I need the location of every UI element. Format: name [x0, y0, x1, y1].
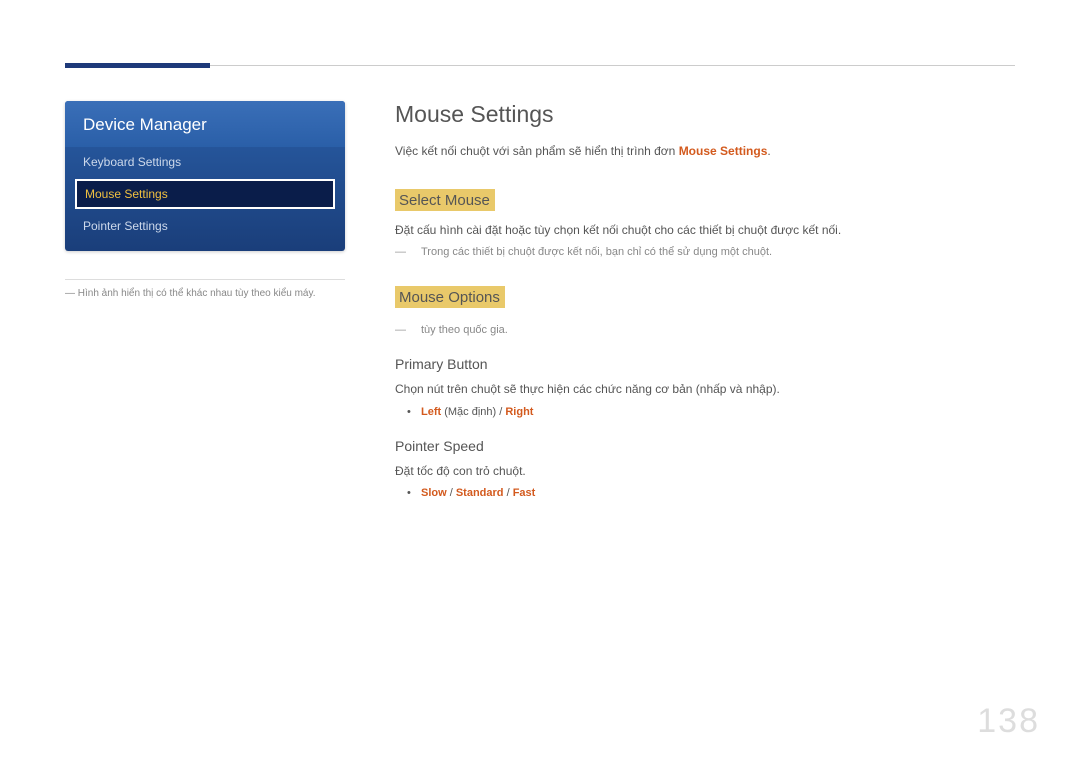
- columns: Device Manager Keyboard Settings Mouse S…: [65, 101, 1015, 499]
- sidebar-divider: [65, 279, 345, 280]
- intro-pre: Việc kết nối chuột với sản phẩm sẽ hiển …: [395, 144, 679, 158]
- primary-button-text: Chọn nút trên chuột sẽ thực hiện các chứ…: [395, 380, 1015, 399]
- top-rule: [65, 65, 1015, 66]
- sidebar-note-prefix: ―: [65, 288, 78, 299]
- pointer-speed-heading: Pointer Speed: [395, 438, 1015, 454]
- page-container: Device Manager Keyboard Settings Mouse S…: [0, 0, 1080, 499]
- opt-slow: Slow: [421, 487, 447, 499]
- select-mouse-note: Trong các thiết bị chuột được kết nối, b…: [395, 246, 1015, 258]
- menu-item-pointer-settings[interactable]: Pointer Settings: [65, 211, 345, 241]
- page-number: 138: [977, 702, 1040, 741]
- primary-button-options: Left (Mặc định) / Right: [395, 406, 1015, 418]
- opt-right: Right: [505, 406, 533, 418]
- opt-left: Left: [421, 406, 441, 418]
- intro-highlight: Mouse Settings: [679, 144, 768, 158]
- pointer-speed-options: Slow / Standard / Fast: [395, 487, 1015, 499]
- intro-post: .: [767, 144, 770, 158]
- opt-standard: Standard: [456, 487, 504, 499]
- section-heading-select-mouse: Select Mouse: [395, 189, 495, 211]
- opt-fast: Fast: [513, 487, 536, 499]
- sidebar-note-text: Hình ảnh hiển thị có thể khác nhau tùy t…: [78, 288, 316, 299]
- sidebar: Device Manager Keyboard Settings Mouse S…: [65, 101, 345, 499]
- device-manager-panel: Device Manager Keyboard Settings Mouse S…: [65, 101, 345, 251]
- intro-text: Việc kết nối chuột với sản phẩm sẽ hiển …: [395, 142, 1015, 161]
- section-heading-mouse-options: Mouse Options: [395, 286, 505, 308]
- menu-item-mouse-settings[interactable]: Mouse Settings: [75, 179, 335, 209]
- sep1: /: [447, 487, 456, 499]
- sep2: /: [504, 487, 513, 499]
- sidebar-note: ― Hình ảnh hiển thị có thể khác nhau tùy…: [65, 288, 345, 299]
- panel-title: Device Manager: [65, 101, 345, 147]
- top-rule-accent: [65, 63, 210, 68]
- main-title: Mouse Settings: [395, 101, 1015, 128]
- opt-paren: (Mặc định) /: [441, 406, 505, 418]
- primary-button-heading: Primary Button: [395, 356, 1015, 372]
- main-content: Mouse Settings Việc kết nối chuột với sả…: [395, 101, 1015, 499]
- menu-item-keyboard-settings[interactable]: Keyboard Settings: [65, 147, 345, 177]
- select-mouse-text: Đặt cấu hình cài đặt hoặc tùy chọn kết n…: [395, 221, 1015, 240]
- mouse-options-note: tùy theo quốc gia.: [395, 324, 1015, 336]
- pointer-speed-text: Đặt tốc độ con trỏ chuột.: [395, 462, 1015, 481]
